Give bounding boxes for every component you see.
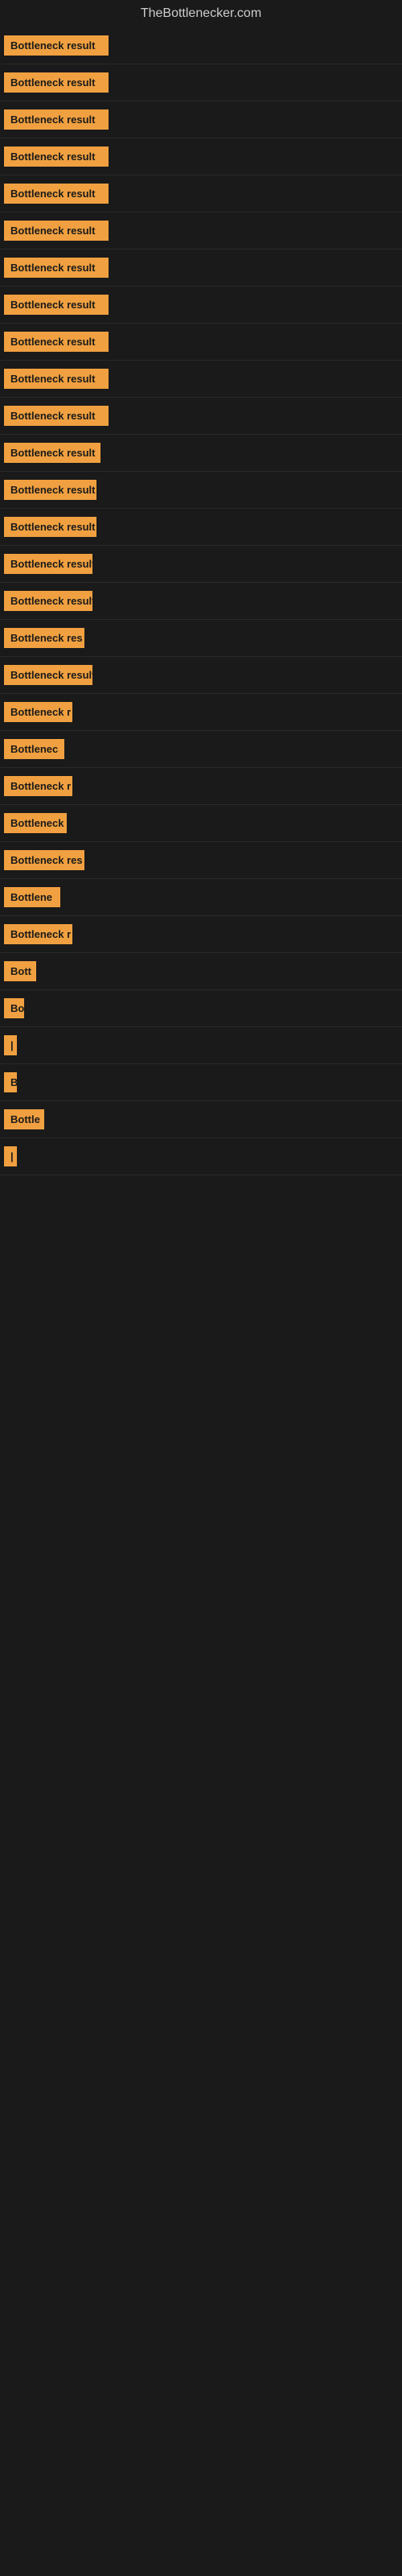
- bottleneck-result-label: Bo: [4, 998, 24, 1018]
- bottleneck-bar[interactable]: Bottleneck r: [4, 924, 402, 944]
- list-item: Bottleneck result: [0, 509, 402, 546]
- bottleneck-result-label: Bottleneck result: [4, 554, 92, 574]
- bottleneck-bar[interactable]: Bottleneck r: [4, 702, 402, 722]
- bottleneck-bar[interactable]: Bo: [4, 998, 402, 1018]
- bottleneck-result-label: Bottleneck result: [4, 35, 109, 56]
- list-item: Bottleneck r: [0, 768, 402, 805]
- list-item: Bottleneck result: [0, 175, 402, 213]
- list-item: Bottleneck result: [0, 27, 402, 64]
- bottleneck-bar[interactable]: Bottleneck res: [4, 628, 402, 648]
- bottleneck-bar[interactable]: Bottlene: [4, 887, 402, 907]
- bottleneck-bar[interactable]: Bottlenec: [4, 739, 402, 759]
- bottleneck-result-label: Bottlene: [4, 887, 60, 907]
- bottleneck-result-label: Bottleneck result: [4, 184, 109, 204]
- list-item: Bottleneck result: [0, 546, 402, 583]
- bottleneck-result-label: Bottleneck result: [4, 109, 109, 130]
- list-item: Bottleneck result: [0, 287, 402, 324]
- bottleneck-result-label: Bottleneck: [4, 813, 67, 833]
- bottleneck-bar[interactable]: Bottleneck result: [4, 258, 402, 278]
- rows-container: Bottleneck result Bottleneck result Bottle…: [0, 27, 402, 1175]
- bottleneck-bar[interactable]: |: [4, 1035, 402, 1055]
- bottleneck-result-label: Bottleneck result: [4, 221, 109, 241]
- list-item: Bottleneck r: [0, 694, 402, 731]
- list-item: Bo: [0, 990, 402, 1027]
- list-item: Bottleneck: [0, 805, 402, 842]
- list-item: Bottleneck result: [0, 657, 402, 694]
- bottleneck-result-label: Bottleneck res: [4, 628, 84, 648]
- bottleneck-result-label: Bottleneck r: [4, 924, 72, 944]
- bottleneck-bar[interactable]: Bottleneck result: [4, 480, 402, 500]
- bottleneck-bar[interactable]: Bottleneck res: [4, 850, 402, 870]
- bottleneck-result-label: |: [4, 1146, 17, 1166]
- bottleneck-result-label: Bottleneck res: [4, 850, 84, 870]
- list-item: Bottleneck result: [0, 361, 402, 398]
- list-item: Bottlene: [0, 879, 402, 916]
- bottleneck-result-label: Bottleneck result: [4, 147, 109, 167]
- bottleneck-result-label: |: [4, 1035, 17, 1055]
- bottleneck-result-label: Bottleneck result: [4, 295, 109, 315]
- list-item: |: [0, 1138, 402, 1175]
- list-item: Bottleneck result: [0, 64, 402, 101]
- bottleneck-result-label: Bottlenec: [4, 739, 64, 759]
- list-item: |: [0, 1027, 402, 1064]
- bottleneck-result-label: Bottleneck result: [4, 332, 109, 352]
- bottleneck-result-label: Bottleneck r: [4, 702, 72, 722]
- bottleneck-result-label: Bottleneck result: [4, 443, 100, 463]
- bottleneck-bar[interactable]: Bottleneck result: [4, 147, 402, 167]
- bottleneck-bar[interactable]: Bottle: [4, 1109, 402, 1129]
- bottleneck-result-label: Bottleneck result: [4, 72, 109, 93]
- bottleneck-result-label: Bottleneck r: [4, 776, 72, 796]
- list-item: Bottleneck r: [0, 916, 402, 953]
- list-item: Bottlenec: [0, 731, 402, 768]
- list-item: Bottleneck res: [0, 620, 402, 657]
- bottleneck-bar[interactable]: Bottleneck result: [4, 406, 402, 426]
- bottleneck-bar[interactable]: Bottleneck result: [4, 443, 402, 463]
- list-item: Bottleneck result: [0, 583, 402, 620]
- list-item: Bottleneck result: [0, 324, 402, 361]
- bottleneck-result-label: Bottleneck result: [4, 480, 96, 500]
- bottleneck-result-label: Bott: [4, 961, 36, 981]
- list-item: B: [0, 1064, 402, 1101]
- bottleneck-result-label: Bottleneck result: [4, 665, 92, 685]
- bottleneck-bar[interactable]: Bottleneck result: [4, 517, 402, 537]
- bottleneck-bar[interactable]: Bottleneck result: [4, 184, 402, 204]
- bottleneck-result-label: Bottle: [4, 1109, 44, 1129]
- list-item: Bottleneck result: [0, 138, 402, 175]
- site-title: TheBottlenecker.com: [0, 0, 402, 27]
- list-item: Bottleneck result: [0, 250, 402, 287]
- list-item: Bottleneck result: [0, 101, 402, 138]
- bottleneck-bar[interactable]: Bottleneck result: [4, 369, 402, 389]
- bottleneck-bar[interactable]: |: [4, 1146, 402, 1166]
- list-item: Bottle: [0, 1101, 402, 1138]
- bottleneck-bar[interactable]: Bottleneck r: [4, 776, 402, 796]
- bottleneck-bar[interactable]: Bottleneck result: [4, 221, 402, 241]
- list-item: Bott: [0, 953, 402, 990]
- bottleneck-bar[interactable]: Bottleneck result: [4, 109, 402, 130]
- list-item: Bottleneck result: [0, 213, 402, 250]
- bottleneck-bar[interactable]: Bott: [4, 961, 402, 981]
- bottleneck-bar[interactable]: Bottleneck: [4, 813, 402, 833]
- list-item: Bottleneck result: [0, 435, 402, 472]
- bottleneck-bar[interactable]: Bottleneck result: [4, 554, 402, 574]
- list-item: Bottleneck res: [0, 842, 402, 879]
- list-item: Bottleneck result: [0, 398, 402, 435]
- bottleneck-result-label: Bottleneck result: [4, 517, 96, 537]
- bottleneck-bar[interactable]: Bottleneck result: [4, 665, 402, 685]
- bottleneck-bar[interactable]: Bottleneck result: [4, 72, 402, 93]
- bottleneck-bar[interactable]: Bottleneck result: [4, 332, 402, 352]
- list-item: Bottleneck result: [0, 472, 402, 509]
- bottleneck-result-label: Bottleneck result: [4, 591, 92, 611]
- bottleneck-result-label: Bottleneck result: [4, 406, 109, 426]
- bottleneck-result-label: Bottleneck result: [4, 369, 109, 389]
- bottleneck-bar[interactable]: B: [4, 1072, 402, 1092]
- bottleneck-bar[interactable]: Bottleneck result: [4, 295, 402, 315]
- bottleneck-result-label: B: [4, 1072, 17, 1092]
- bottleneck-bar[interactable]: Bottleneck result: [4, 35, 402, 56]
- bottleneck-bar[interactable]: Bottleneck result: [4, 591, 402, 611]
- bottleneck-result-label: Bottleneck result: [4, 258, 109, 278]
